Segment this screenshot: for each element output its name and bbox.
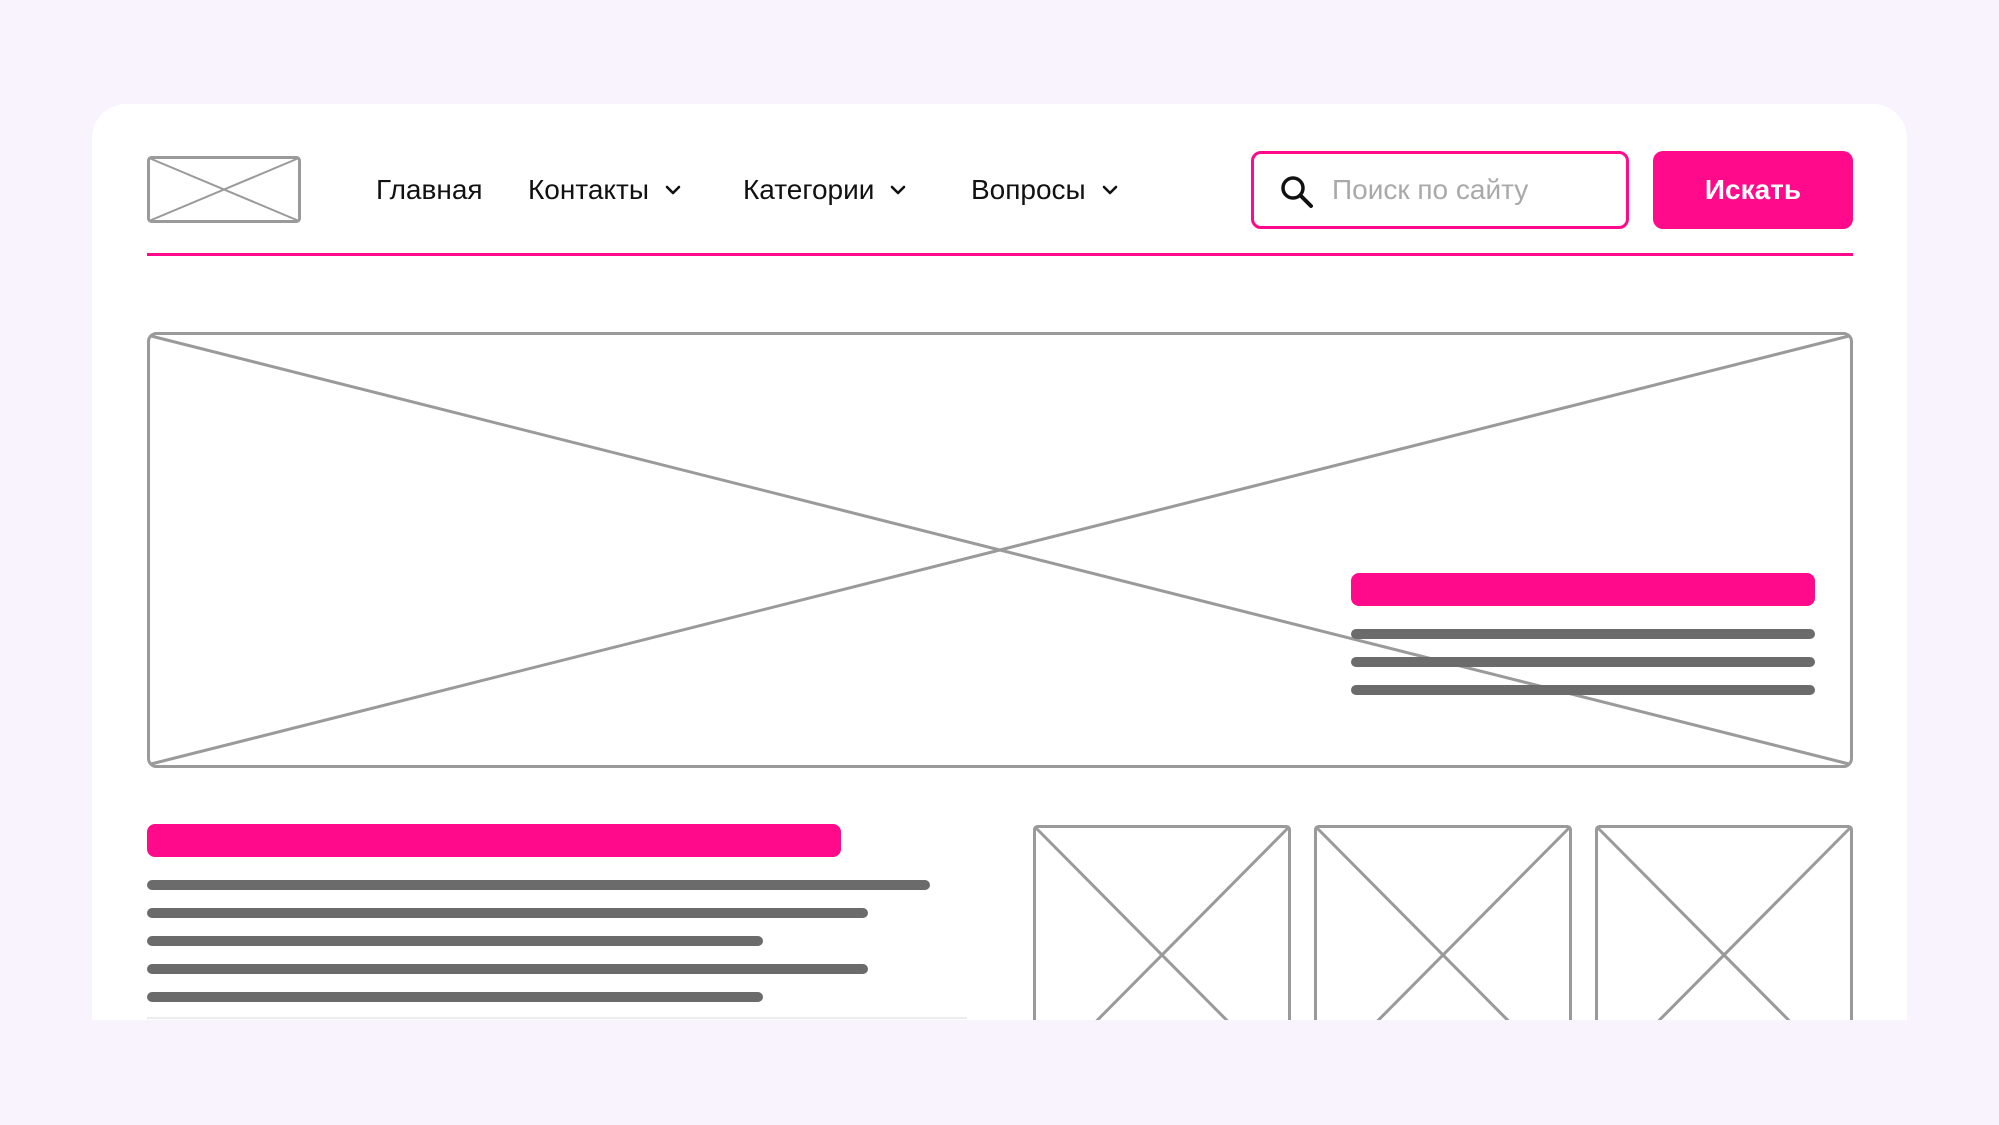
content-text-line bbox=[147, 908, 868, 918]
nav-item-label: Вопросы bbox=[971, 174, 1086, 205]
nav-item-categories[interactable]: Категории bbox=[743, 170, 908, 210]
hero-text-line bbox=[1351, 685, 1815, 695]
content-text-line bbox=[147, 964, 868, 974]
thumbnail-placeholder-icon bbox=[1314, 825, 1572, 1020]
nav-item-label: Контакты bbox=[528, 174, 649, 205]
hero-text-line bbox=[1351, 657, 1815, 667]
logo-placeholder-icon[interactable] bbox=[147, 156, 301, 223]
hero-image-placeholder-icon bbox=[147, 332, 1853, 768]
content-text-line bbox=[147, 880, 930, 890]
page-card: Главная Контакты Категории Вопросы Искат… bbox=[92, 104, 1907, 1020]
content-divider bbox=[147, 1017, 967, 1019]
search-input[interactable] bbox=[1332, 164, 1614, 216]
nav-item-label: Категории bbox=[743, 174, 875, 205]
search-box[interactable] bbox=[1251, 151, 1629, 229]
nav-item-questions[interactable]: Вопросы bbox=[971, 170, 1120, 210]
nav-item-home[interactable]: Главная bbox=[376, 170, 483, 210]
content-text-line bbox=[147, 936, 763, 946]
thumbnail-placeholder-icon bbox=[1595, 825, 1853, 1020]
chevron-down-icon bbox=[665, 185, 681, 195]
nav-item-contacts[interactable]: Контакты bbox=[528, 170, 683, 210]
hero-text-line bbox=[1351, 629, 1815, 639]
header-divider bbox=[147, 253, 1853, 256]
chevron-down-icon bbox=[1102, 185, 1117, 195]
search-button[interactable]: Искать bbox=[1653, 151, 1853, 229]
content-text-line bbox=[147, 992, 763, 1002]
chevron-down-icon bbox=[891, 185, 906, 195]
nav-item-label: Главная bbox=[376, 174, 483, 205]
search-icon bbox=[1281, 176, 1313, 208]
hero-heading-bar bbox=[1351, 573, 1815, 606]
content-heading-bar bbox=[147, 824, 841, 857]
thumbnail-placeholder-icon bbox=[1033, 825, 1291, 1020]
